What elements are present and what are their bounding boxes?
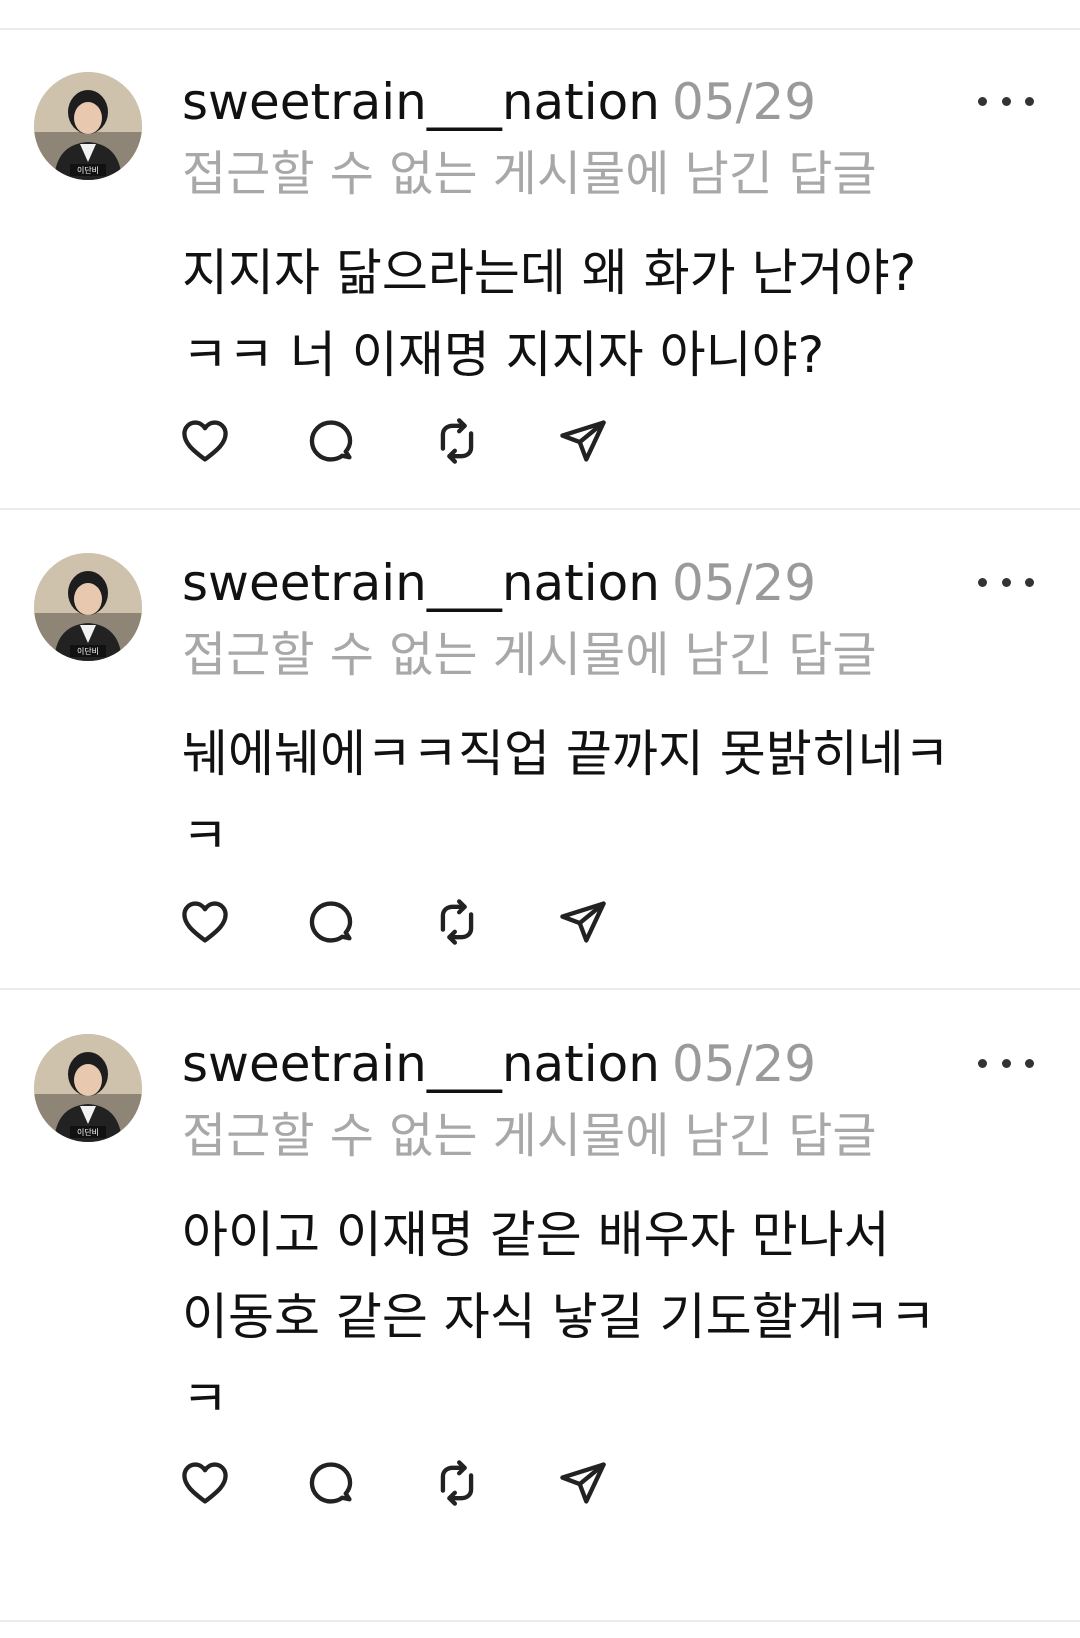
avatar[interactable]: 이단비 bbox=[34, 72, 142, 180]
divider bbox=[0, 28, 1080, 30]
comment-bubble-icon bbox=[309, 901, 353, 943]
reply-button[interactable] bbox=[304, 414, 358, 468]
more-horizontal-icon bbox=[978, 1058, 987, 1068]
more-horizontal-icon bbox=[1025, 577, 1034, 587]
share-button[interactable] bbox=[556, 895, 610, 949]
heart-icon bbox=[182, 901, 228, 943]
divider bbox=[0, 508, 1080, 510]
more-horizontal-icon bbox=[1025, 1058, 1034, 1068]
comment-bubble-icon bbox=[309, 1462, 353, 1504]
send-icon bbox=[560, 1462, 606, 1504]
like-button[interactable] bbox=[178, 1456, 232, 1510]
reply-post[interactable]: 이단비 sweetrain___nation 05/29 접근할 수 없는 게시물… bbox=[0, 1034, 1080, 1554]
action-bar bbox=[178, 895, 610, 949]
post-date[interactable]: 05/29 bbox=[672, 554, 816, 612]
heart-icon bbox=[182, 1462, 228, 1504]
avatar[interactable]: 이단비 bbox=[34, 1034, 142, 1142]
avatar-image: 이단비 bbox=[34, 553, 142, 661]
repost-button[interactable] bbox=[430, 895, 484, 949]
post-date[interactable]: 05/29 bbox=[672, 73, 816, 131]
like-button[interactable] bbox=[178, 414, 232, 468]
send-icon bbox=[560, 901, 606, 943]
action-bar bbox=[178, 414, 610, 468]
reply-context-label: 접근할 수 없는 게시물에 남긴 답글 bbox=[182, 1108, 877, 1164]
more-horizontal-icon bbox=[1001, 1058, 1011, 1068]
repost-button[interactable] bbox=[430, 414, 484, 468]
share-button[interactable] bbox=[556, 414, 610, 468]
post-text: 아이고 이재명 같은 배우자 만나서 이동호 같은 자식 낳길 기도할게ㅋㅋ ㅋ bbox=[182, 1206, 936, 1428]
more-horizontal-icon bbox=[1001, 96, 1011, 106]
more-horizontal-icon bbox=[978, 577, 987, 587]
post-date[interactable]: 05/29 bbox=[672, 1035, 816, 1093]
reply-feed: 이단비 sweetrain___nation 05/29 접근할 수 없는 게시물… bbox=[0, 0, 1080, 1638]
avatar-caption: 이단비 bbox=[77, 646, 99, 656]
repost-icon bbox=[440, 899, 474, 945]
share-button[interactable] bbox=[556, 1456, 610, 1510]
reply-button[interactable] bbox=[304, 895, 358, 949]
username[interactable]: sweetrain___nation bbox=[182, 1035, 660, 1093]
divider bbox=[0, 1620, 1080, 1622]
more-horizontal-icon bbox=[1001, 577, 1011, 587]
send-icon bbox=[560, 420, 606, 462]
post-text: 지지자 닮으라는데 왜 화가 난거야? ㅋㅋ 너 이재명 지지자 아니야? bbox=[182, 244, 917, 384]
post-header: sweetrain___nation 05/29 bbox=[182, 1034, 816, 1094]
more-options-button[interactable] bbox=[978, 86, 1034, 116]
repost-button[interactable] bbox=[430, 1456, 484, 1510]
avatar-image: 이단비 bbox=[34, 1034, 142, 1142]
heart-icon bbox=[182, 420, 228, 462]
avatar-image: 이단비 bbox=[34, 72, 142, 180]
repost-icon bbox=[440, 418, 474, 464]
like-button[interactable] bbox=[178, 895, 232, 949]
more-options-button[interactable] bbox=[978, 567, 1034, 597]
reply-post[interactable]: 이단비 sweetrain___nation 05/29 접근할 수 없는 게시물… bbox=[0, 72, 1080, 502]
comment-bubble-icon bbox=[309, 420, 353, 462]
divider bbox=[0, 988, 1080, 990]
post-text: 눼에눼에ㅋㅋ직업 끝까지 못밝히네ㅋ ㅋ bbox=[182, 725, 950, 865]
post-header: sweetrain___nation 05/29 bbox=[182, 72, 816, 132]
avatar-caption: 이단비 bbox=[77, 165, 99, 175]
more-horizontal-icon bbox=[1025, 96, 1034, 106]
reply-post[interactable]: 이단비 sweetrain___nation 05/29 접근할 수 없는 게시물… bbox=[0, 553, 1080, 983]
avatar-caption: 이단비 bbox=[77, 1127, 99, 1137]
username[interactable]: sweetrain___nation bbox=[182, 554, 660, 612]
reply-button[interactable] bbox=[304, 1456, 358, 1510]
action-bar bbox=[178, 1456, 610, 1510]
post-header: sweetrain___nation 05/29 bbox=[182, 553, 816, 613]
reply-context-label: 접근할 수 없는 게시물에 남긴 답글 bbox=[182, 627, 877, 683]
username[interactable]: sweetrain___nation bbox=[182, 73, 660, 131]
avatar[interactable]: 이단비 bbox=[34, 553, 142, 661]
more-options-button[interactable] bbox=[978, 1048, 1034, 1078]
reply-context-label: 접근할 수 없는 게시물에 남긴 답글 bbox=[182, 146, 877, 202]
repost-icon bbox=[440, 1460, 474, 1506]
more-horizontal-icon bbox=[978, 96, 987, 106]
